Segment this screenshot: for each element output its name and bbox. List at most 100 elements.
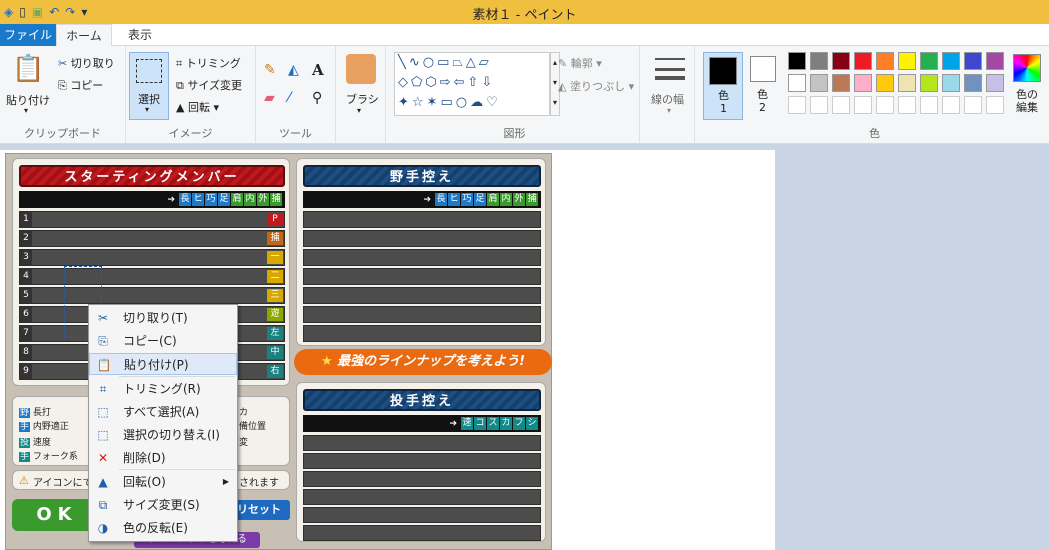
pitchers-panel: 投手控え ➔ 速 コ ス カ フ シ [296, 382, 546, 542]
crop-button[interactable]: ⌗ トリミング [176, 55, 241, 71]
palette-swatch[interactable] [920, 74, 938, 92]
palette-swatch[interactable] [986, 52, 1004, 70]
paste-dropdown-icon[interactable]: ▾ [24, 106, 28, 115]
palette-swatch[interactable] [964, 52, 982, 70]
bench-row[interactable] [303, 211, 541, 228]
palette-swatch[interactable] [854, 52, 872, 70]
menu-item-label: コピー(C) [123, 334, 177, 348]
palette-swatch[interactable] [832, 74, 850, 92]
menu-item-invert-selection[interactable]: ⬚ 選択の切り替え(I) [89, 424, 237, 446]
menu-item-invert-color[interactable]: ◑ 色の反転(E) [89, 517, 237, 539]
eraser-icon[interactable]: ▰ [264, 90, 275, 106]
position-badge: 二 [267, 270, 283, 283]
palette-swatch-empty[interactable] [832, 96, 850, 114]
pitcher-row[interactable] [303, 525, 541, 541]
outline-button[interactable]: ✎ 輪郭 ▾ [558, 55, 602, 71]
color2-swatch[interactable] [750, 56, 776, 82]
rotate-icon: ▲ [98, 475, 108, 489]
fill-button[interactable]: ◭ 塗りつぶし ▾ [558, 78, 634, 94]
color1-button[interactable]: 色 1 [703, 52, 743, 120]
magnifier-icon[interactable]: ⚲ [312, 90, 322, 106]
resize-button[interactable]: ⧉ サイズ変更 [176, 77, 242, 93]
pencil-icon[interactable]: ✎ [264, 62, 276, 78]
lineup-row[interactable]: 5三 [19, 287, 285, 304]
palette-swatch[interactable] [854, 74, 872, 92]
menu-item-select-all[interactable]: ⬚ すべて選択(A) [89, 401, 237, 423]
palette-swatch[interactable] [788, 52, 806, 70]
palette-swatch[interactable] [898, 52, 916, 70]
fill-icon[interactable]: ◭ [288, 62, 299, 78]
cut-button[interactable]: ✂ 切り取り [58, 55, 115, 71]
bench-row[interactable] [303, 230, 541, 247]
palette-swatch-empty[interactable] [854, 96, 872, 114]
palette-swatch[interactable] [810, 74, 828, 92]
menu-item-scissors[interactable]: ✂ 切り取り(T) [89, 307, 237, 329]
clipboard-group: 📋 貼り付け ▾ ✂ 切り取り ⎘ コピー クリップボード [0, 46, 126, 144]
window-title: 素材１ - ペイント [472, 8, 577, 23]
palette-swatch[interactable] [942, 52, 960, 70]
copy-icon: ⎘ [98, 334, 108, 348]
bench-row[interactable] [303, 268, 541, 285]
menu-item-paste[interactable]: 📋 貼り付け(P) [89, 353, 237, 375]
palette-swatch[interactable] [876, 74, 894, 92]
palette-swatch[interactable] [898, 74, 916, 92]
resize-label: サイズ変更 [187, 79, 243, 92]
palette-swatch-empty[interactable] [942, 96, 960, 114]
palette-swatch[interactable] [942, 74, 960, 92]
palette-swatch-empty[interactable] [876, 96, 894, 114]
batting-order: 9 [20, 364, 32, 379]
pitcher-row[interactable] [303, 453, 541, 469]
lineup-row[interactable]: 2捕 [19, 230, 285, 247]
lineup-row[interactable]: 1P [19, 211, 285, 228]
bench-row[interactable] [303, 249, 541, 266]
palette-swatch[interactable] [920, 52, 938, 70]
color-picker-icon[interactable]: ⁄ [288, 90, 290, 106]
palette-swatch-empty[interactable] [898, 96, 916, 114]
bench-row[interactable] [303, 287, 541, 304]
edit-colors-label[interactable]: 色の 編集 [1016, 88, 1038, 114]
rotate-button[interactable]: ▲ 回転 ▾ [176, 99, 219, 115]
bench-row[interactable] [303, 306, 541, 323]
position-badge: 右 [267, 365, 283, 378]
palette-swatch-empty[interactable] [964, 96, 982, 114]
palette-swatch-empty[interactable] [986, 96, 1004, 114]
palette-swatch[interactable] [810, 52, 828, 70]
palette-swatch[interactable] [832, 52, 850, 70]
edit-colors-icon[interactable] [1013, 54, 1041, 82]
bench-row[interactable] [303, 325, 541, 342]
line-width-dropdown-icon[interactable]: ▾ [667, 106, 671, 115]
menu-item-copy[interactable]: ⎘ コピー(C) [89, 330, 237, 352]
tab-home[interactable]: ホーム [56, 24, 112, 47]
palette-swatch[interactable] [876, 52, 894, 70]
copy-button[interactable]: ⎘ コピー [58, 77, 103, 93]
tab-file[interactable]: ファイル [0, 24, 56, 46]
menu-item-rotate[interactable]: ▲ 回転(O) ▶ [89, 471, 237, 493]
text-icon[interactable]: A [312, 61, 324, 79]
palette-swatch-empty[interactable] [920, 96, 938, 114]
menu-item-label: すべて選択(A) [123, 405, 200, 419]
menu-item-label: 貼り付け(P) [124, 358, 189, 372]
pitcher-row[interactable] [303, 435, 541, 451]
pitcher-row[interactable] [303, 489, 541, 505]
tab-view[interactable]: 表示 [118, 24, 162, 46]
palette-swatch-empty[interactable] [788, 96, 806, 114]
brush-icon[interactable] [346, 54, 376, 84]
select-button[interactable]: 選択 ▾ [129, 52, 169, 120]
menu-item-crop[interactable]: ⌗ トリミング(R) [89, 378, 237, 400]
pitcher-row[interactable] [303, 471, 541, 487]
menu-item-delete[interactable]: ✕ 削除(D) [89, 447, 237, 469]
brush-dropdown-icon[interactable]: ▾ [357, 106, 361, 115]
pitcher-row[interactable] [303, 507, 541, 523]
lineup-row[interactable]: 4二 [19, 268, 285, 285]
palette-swatch[interactable] [986, 74, 1004, 92]
menu-item-resize[interactable]: ⧉ サイズ変更(S) [89, 494, 237, 516]
lineup-row[interactable]: 3一 [19, 249, 285, 266]
line-width-button[interactable]: 線の幅 [651, 91, 684, 107]
palette-swatch-empty[interactable] [810, 96, 828, 114]
paste-icon: 📋 [96, 358, 112, 372]
palette-swatch[interactable] [964, 74, 982, 92]
palette-swatch[interactable] [788, 74, 806, 92]
paste-icon[interactable]: 📋 [12, 54, 44, 84]
brush-button[interactable]: ブラシ [346, 91, 379, 107]
shapes-gallery[interactable]: ╲∿○▭⏢△▱ ◇⬠⬡⇨⇦⇧⇩ ✦☆✶▭○☁♡ [394, 52, 550, 116]
